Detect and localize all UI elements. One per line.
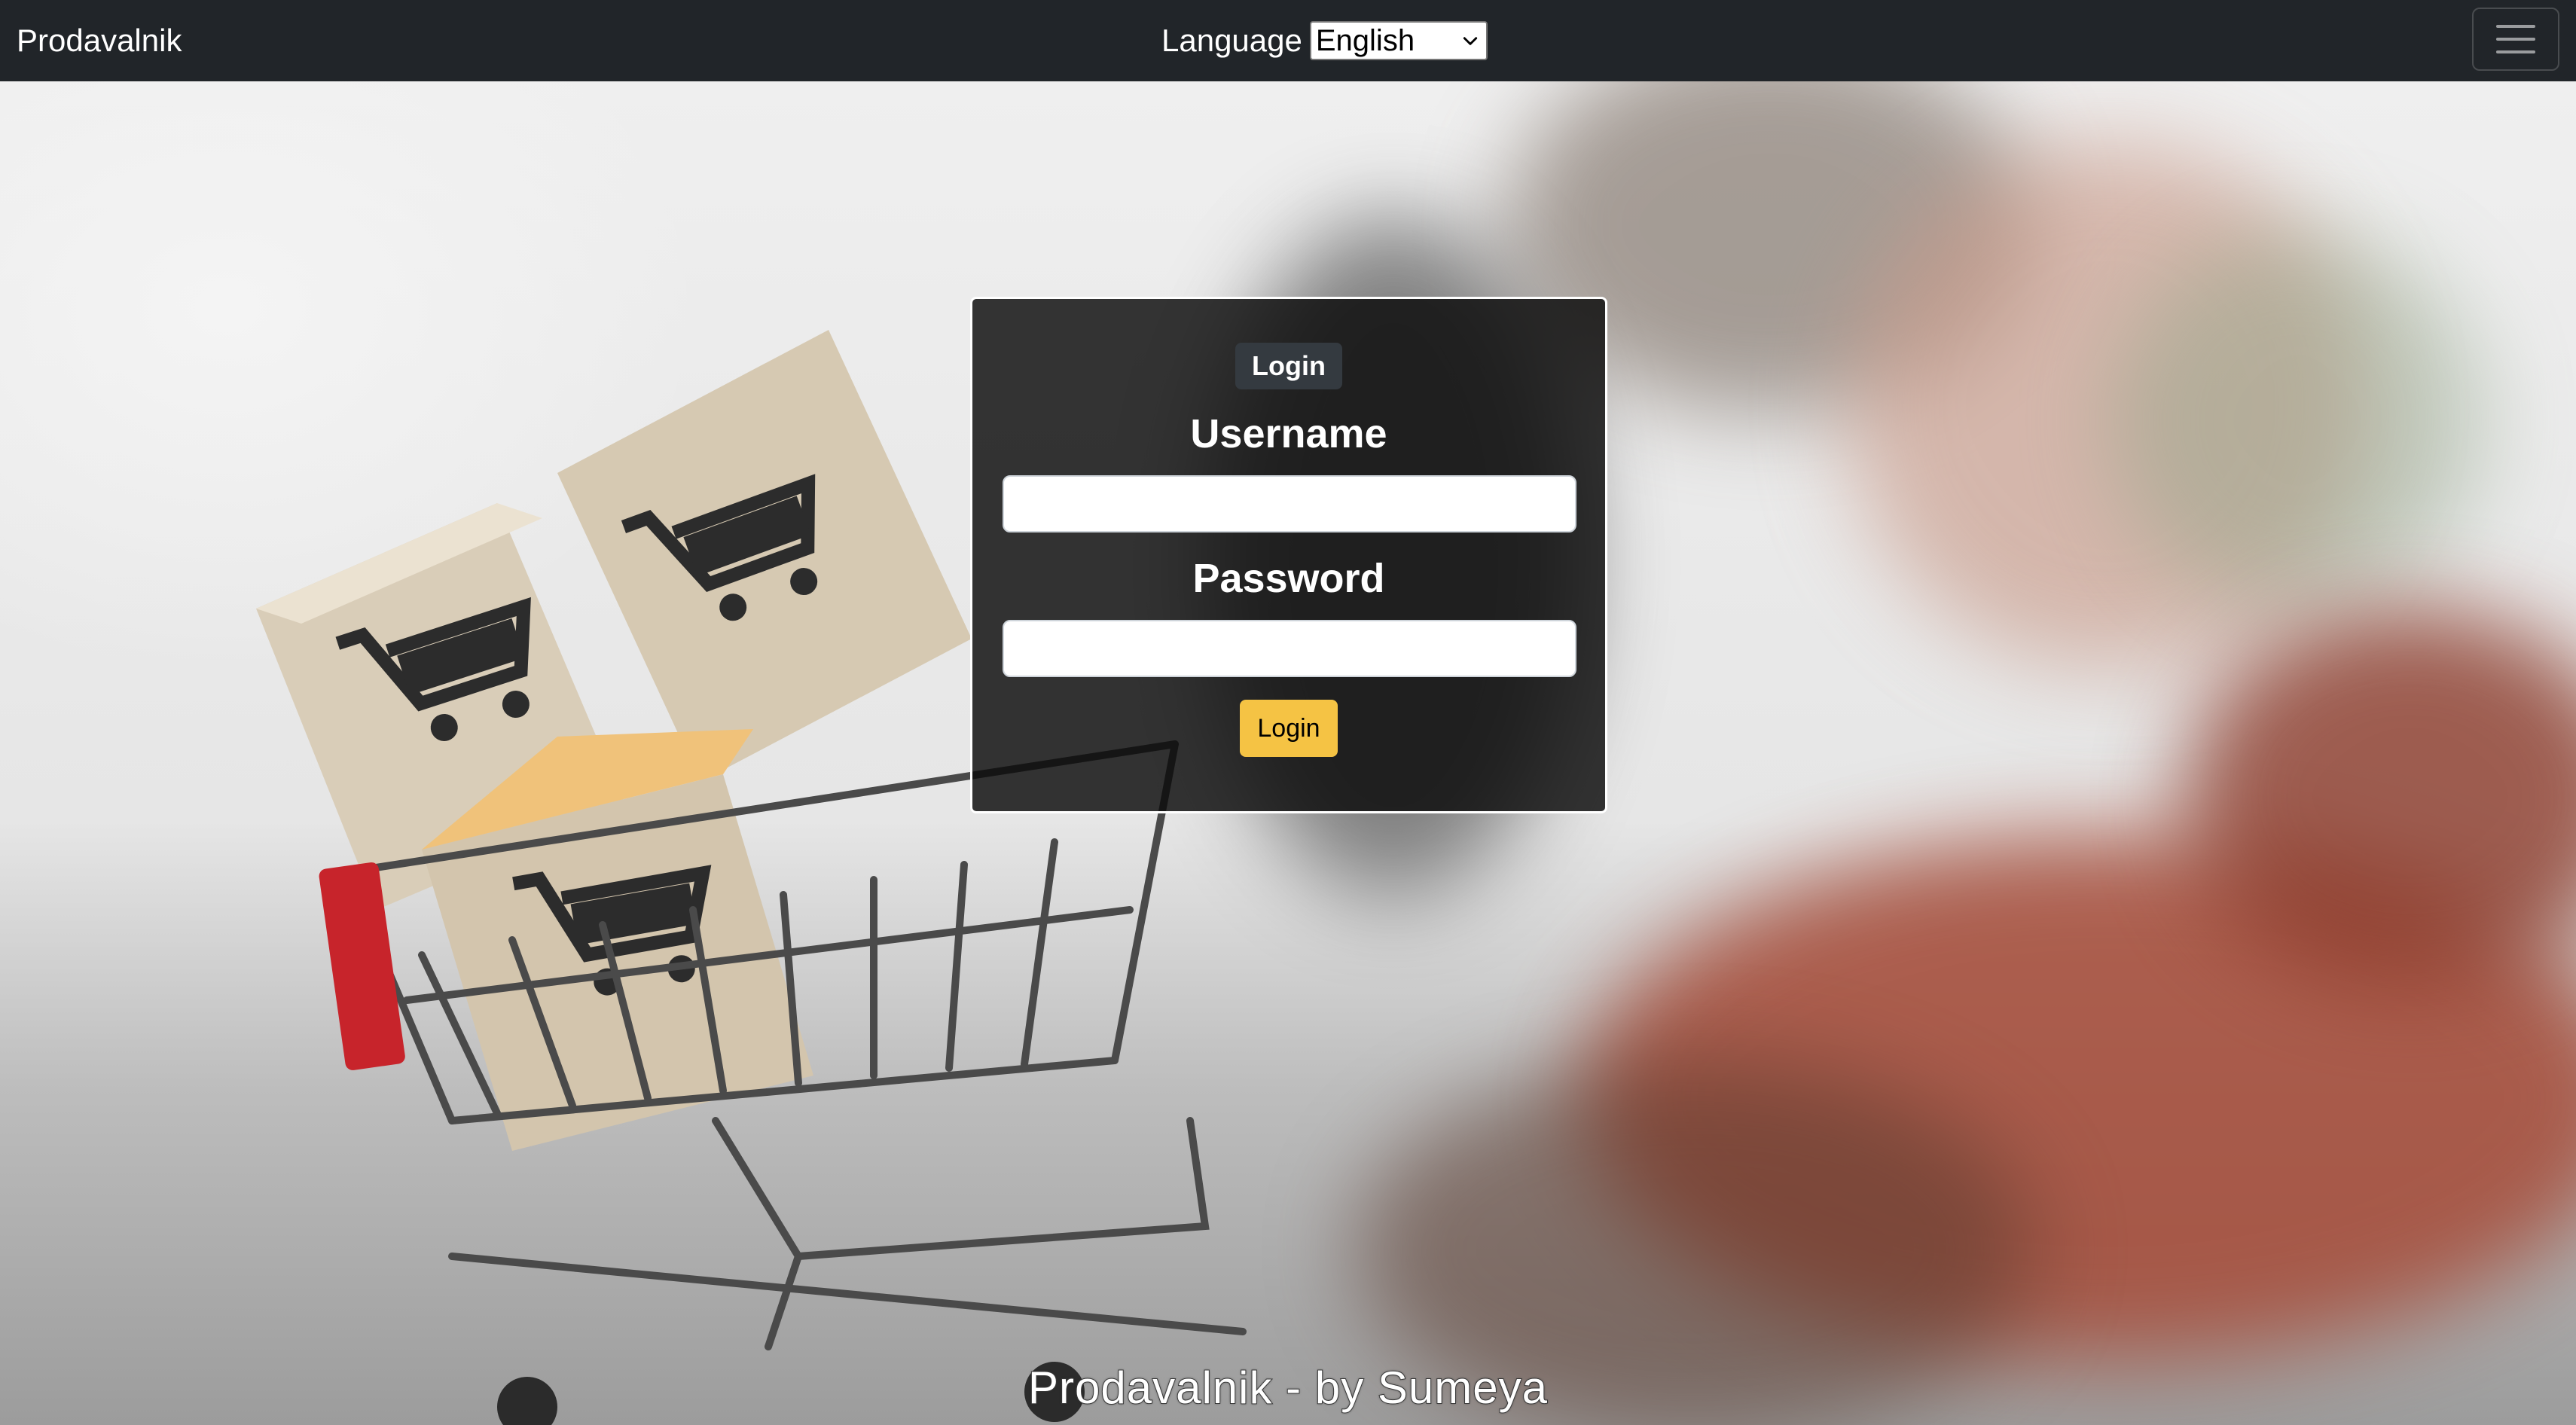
- hamburger-icon: [2496, 25, 2535, 28]
- footer-credit: Prodavalnik - by Sumeya: [1027, 1362, 1548, 1414]
- login-card: Login Username Password Login: [970, 297, 1607, 813]
- language-picker: Language English: [1161, 0, 1488, 81]
- language-selected-value: English: [1315, 23, 1415, 57]
- username-input[interactable]: [1003, 475, 1576, 532]
- language-select[interactable]: English: [1309, 21, 1488, 60]
- background-blur-shape: [2109, 232, 2486, 609]
- username-label: Username: [1190, 411, 1387, 456]
- password-label: Password: [1192, 556, 1385, 601]
- login-button[interactable]: Login: [1240, 700, 1338, 757]
- language-label: Language: [1161, 23, 1302, 58]
- cart-box: [557, 330, 972, 782]
- login-badge: Login: [1235, 343, 1342, 389]
- password-input[interactable]: [1003, 620, 1576, 677]
- hamburger-icon-bar: [2496, 38, 2535, 41]
- brand-link[interactable]: Prodavalnik: [17, 0, 182, 81]
- hamburger-icon-bar: [2496, 50, 2535, 53]
- page: Prodavalnik Language English Login Usern…: [0, 0, 2576, 1425]
- top-navbar: Prodavalnik Language English: [0, 0, 2576, 81]
- navbar-toggler-button[interactable]: [2472, 8, 2559, 71]
- chevron-down-icon: [1463, 37, 1478, 45]
